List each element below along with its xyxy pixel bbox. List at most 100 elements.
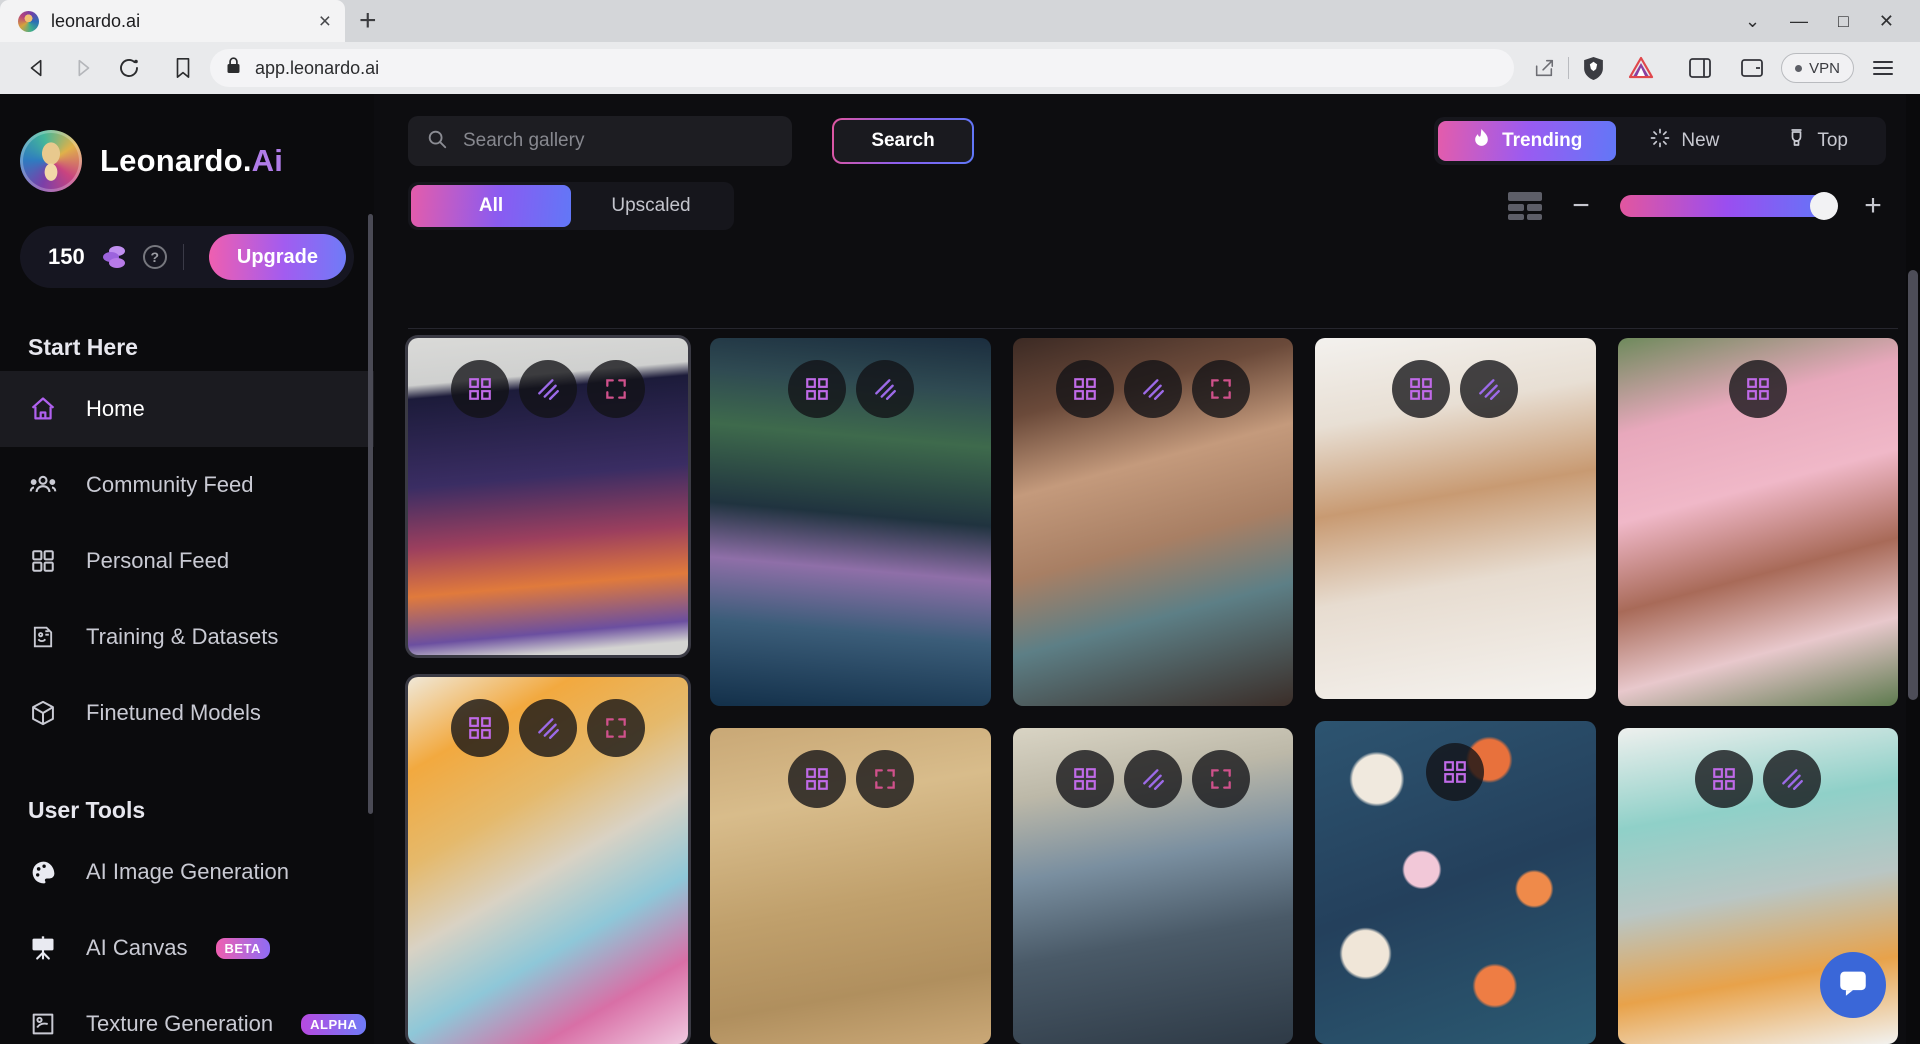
tab-all[interactable]: All bbox=[411, 185, 571, 227]
upscale-button[interactable] bbox=[519, 360, 578, 418]
dataset-chip-icon bbox=[28, 622, 58, 652]
remix-button[interactable] bbox=[1056, 749, 1115, 808]
expand-button[interactable] bbox=[587, 360, 646, 418]
tab-top[interactable]: Top bbox=[1753, 121, 1882, 161]
upscale-button[interactable] bbox=[1124, 749, 1183, 808]
navigation-bar: app.leonardo.ai VPN bbox=[0, 42, 1920, 94]
new-tab-button[interactable]: + bbox=[359, 6, 377, 42]
remix-button[interactable] bbox=[787, 360, 846, 418]
card-actions bbox=[787, 749, 914, 808]
main-scrollbar-thumb[interactable] bbox=[1908, 270, 1918, 700]
gallery-card-space-shuttle-launch[interactable] bbox=[408, 338, 689, 655]
forward-icon[interactable] bbox=[60, 45, 106, 91]
maximize-icon[interactable]: □ bbox=[1838, 12, 1849, 30]
search-input[interactable]: Search gallery bbox=[408, 116, 792, 166]
browser-tab[interactable]: leonardo.ai × bbox=[0, 0, 345, 42]
vpn-label: VPN bbox=[1809, 59, 1840, 77]
browser-chrome: leonardo.ai × + ⌄ — □ ✕ app.leonardo.ai … bbox=[0, 0, 1920, 94]
remix-button[interactable] bbox=[1728, 360, 1787, 418]
leonardo-app: Leonardo.Ai 150 ? Upgrade Start Here Hom… bbox=[0, 94, 1920, 1044]
tab-trending[interactable]: Trending bbox=[1438, 121, 1617, 161]
gallery-card-chihuahua-watercolor[interactable] bbox=[1315, 338, 1596, 700]
credits-bar: 150 ? Upgrade bbox=[20, 226, 354, 288]
sidebar-item-label: AI Image Generation bbox=[86, 859, 290, 884]
hamburger-menu-icon[interactable] bbox=[1860, 48, 1906, 88]
remix-button[interactable] bbox=[1056, 360, 1115, 418]
upscale-button[interactable] bbox=[519, 698, 578, 757]
gallery-card-portrait-woman-necklace[interactable] bbox=[1012, 338, 1294, 706]
easel-icon bbox=[28, 933, 58, 963]
brave-shields-icon[interactable] bbox=[1569, 48, 1617, 88]
sidebar-item-training-datasets[interactable]: Training & Datasets bbox=[0, 599, 374, 675]
grid-layout-icon[interactable] bbox=[1508, 192, 1542, 220]
expand-button[interactable] bbox=[855, 749, 914, 808]
zoom-out-button[interactable]: − bbox=[1568, 191, 1594, 221]
gallery-card-colorful-lion-sunglasses[interactable] bbox=[408, 676, 689, 1044]
tab-new[interactable]: New bbox=[1616, 121, 1753, 161]
gallery-card-egyptian-papyrus-hieroglyphs[interactable] bbox=[710, 727, 991, 1044]
gallery-column bbox=[1617, 338, 1899, 1044]
sidebar-item-label: Finetuned Models bbox=[86, 700, 261, 725]
sidebar-item-label: Texture Generation bbox=[86, 1011, 274, 1036]
vpn-indicator[interactable]: VPN bbox=[1781, 53, 1854, 83]
sidebar-item-personal-feed[interactable]: Personal Feed bbox=[0, 523, 374, 599]
close-icon[interactable]: × bbox=[319, 11, 331, 32]
brave-rewards-icon[interactable] bbox=[1617, 48, 1665, 88]
sidebar-section-heading-start-here: Start Here bbox=[28, 334, 138, 360]
credit-count: 150 bbox=[48, 244, 85, 269]
gallery-card-pink-hair-fairy-portrait[interactable] bbox=[1617, 338, 1899, 706]
remix-button[interactable] bbox=[1426, 743, 1485, 802]
main-scrollbar-track[interactable] bbox=[1906, 94, 1920, 1044]
sidebar-item-texture-generation[interactable]: Texture Generation ALPHA bbox=[0, 986, 374, 1044]
vpn-status-dot bbox=[1795, 64, 1803, 72]
brand-logo-block[interactable]: Leonardo.Ai bbox=[0, 112, 374, 192]
gallery-card-floral-pattern-tile[interactable] bbox=[1315, 721, 1596, 1044]
upscale-button[interactable] bbox=[1762, 749, 1821, 808]
remix-button[interactable] bbox=[787, 749, 846, 808]
remix-button[interactable] bbox=[451, 698, 510, 757]
sidebar-scrollbar[interactable] bbox=[368, 214, 373, 814]
remix-button[interactable] bbox=[1694, 749, 1753, 808]
leonardo-logo-icon bbox=[20, 130, 82, 192]
tab-upscaled[interactable]: Upscaled bbox=[571, 185, 731, 227]
sidebar-item-community-feed[interactable]: Community Feed bbox=[0, 447, 374, 523]
sidebar-panel-icon[interactable] bbox=[1677, 48, 1723, 88]
gallery-column bbox=[1012, 338, 1294, 1044]
bookmark-icon[interactable] bbox=[156, 57, 210, 79]
reload-icon[interactable] bbox=[106, 45, 152, 91]
window-close-icon[interactable]: ✕ bbox=[1879, 12, 1894, 30]
search-button[interactable]: Search bbox=[832, 118, 974, 164]
chevron-down-icon[interactable]: ⌄ bbox=[1745, 12, 1760, 30]
palette-icon bbox=[28, 857, 58, 887]
gallery-card-blue-hair-warrior-woman[interactable] bbox=[1012, 727, 1294, 1044]
back-icon[interactable] bbox=[14, 45, 60, 91]
upscale-button[interactable] bbox=[1124, 360, 1183, 418]
upscale-button[interactable] bbox=[1460, 360, 1519, 418]
sidebar-item-finetuned-models[interactable]: Finetuned Models bbox=[0, 675, 374, 751]
card-actions bbox=[787, 360, 914, 418]
expand-button[interactable] bbox=[587, 698, 646, 757]
card-actions bbox=[1056, 360, 1251, 418]
sidebar-item-home[interactable]: Home bbox=[0, 371, 374, 447]
expand-button[interactable] bbox=[1192, 749, 1251, 808]
upscale-button[interactable] bbox=[855, 360, 914, 418]
sidebar-item-ai-canvas[interactable]: AI Canvas BETA bbox=[0, 910, 374, 986]
remix-button[interactable] bbox=[451, 360, 510, 418]
zoom-slider-knob[interactable] bbox=[1810, 192, 1838, 220]
intercom-chat-button[interactable] bbox=[1820, 952, 1886, 1018]
zoom-in-button[interactable]: + bbox=[1860, 191, 1886, 221]
zoom-slider[interactable] bbox=[1620, 192, 1838, 220]
help-circle-icon[interactable]: ? bbox=[142, 245, 167, 269]
sidebar-item-ai-image-generation[interactable]: AI Image Generation bbox=[0, 834, 374, 910]
brave-wallet-icon[interactable] bbox=[1729, 48, 1775, 88]
window-controls: ⌄ — □ ✕ bbox=[1745, 0, 1912, 42]
tab-strip: leonardo.ai × + ⌄ — □ ✕ bbox=[0, 0, 1920, 42]
minimize-icon[interactable]: — bbox=[1790, 12, 1808, 30]
gallery-card-tree-of-life-waterfall[interactable] bbox=[710, 338, 991, 706]
expand-button[interactable] bbox=[1192, 360, 1251, 418]
cube-icon bbox=[28, 698, 58, 728]
address-bar[interactable]: app.leonardo.ai bbox=[210, 49, 1515, 87]
remix-button[interactable] bbox=[1392, 360, 1451, 418]
share-icon[interactable] bbox=[1520, 48, 1568, 88]
upgrade-button[interactable]: Upgrade bbox=[208, 234, 346, 280]
